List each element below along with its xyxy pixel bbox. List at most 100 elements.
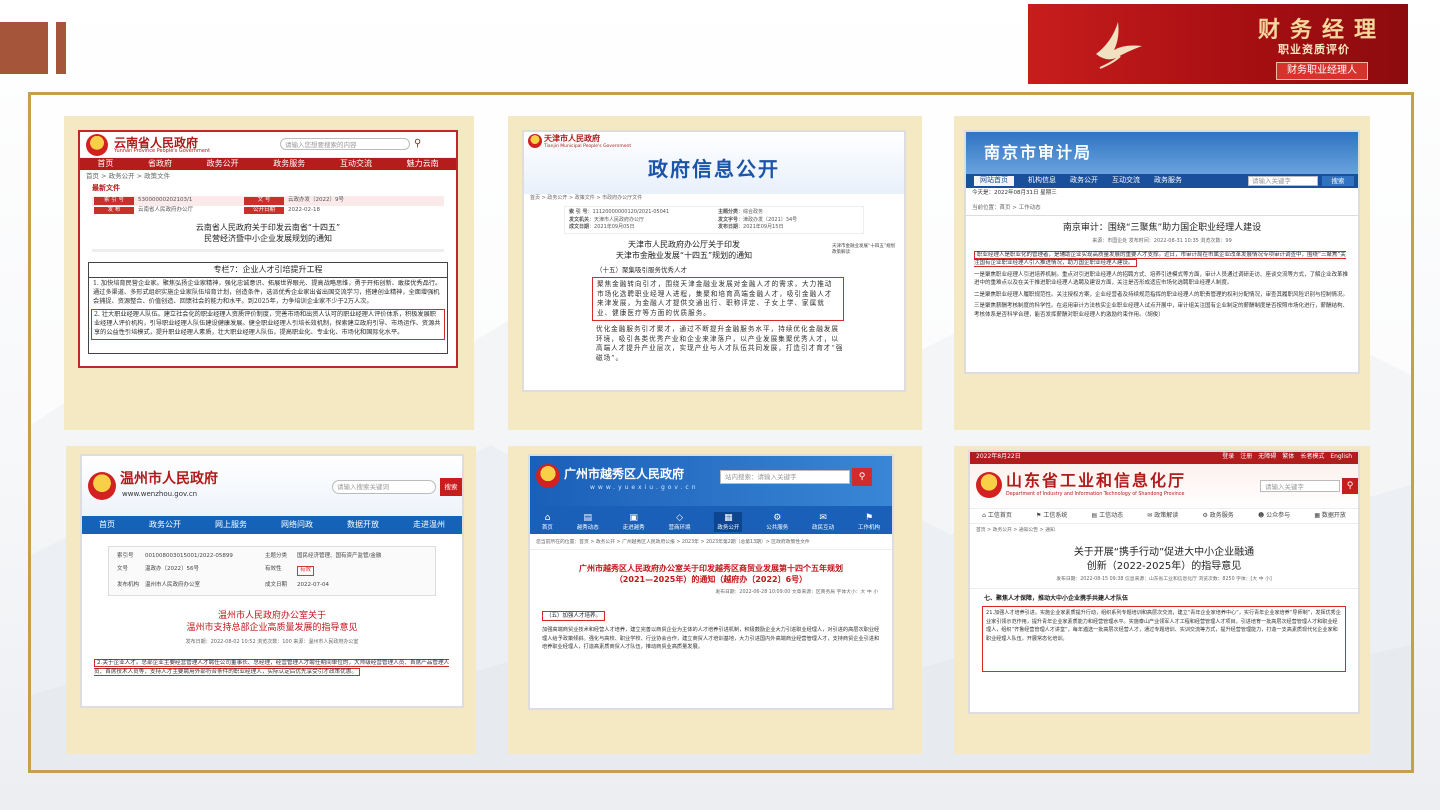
meta-row: 成文日期：2021年09月05日 (569, 224, 635, 231)
nav-item[interactable]: 政务公开 (1070, 176, 1098, 185)
meta-row: 发文字号：津政办发〔2021〕34号 (718, 216, 798, 223)
nav-item-active[interactable]: 网站首页 (974, 176, 1014, 186)
nav-item[interactable]: 网络问政 (281, 520, 313, 531)
meta-value: 云政办发〔2022〕9号 (288, 197, 344, 204)
doc-title-line1: 云南省人民政府关于印发云南省“十四五” (195, 223, 341, 233)
meta-value: 53000000202103/1 (138, 197, 193, 204)
nav-item[interactable]: 魅力云南 (407, 159, 439, 170)
related-link[interactable]: 天津市金融业发展“十四五”规划政策解读 (832, 244, 898, 256)
doc-info: 发布日期：2022-08-02 10:52 浏览次数：100 来源：温州市人民政… (185, 638, 359, 645)
diamond-icon: ◇ (676, 513, 684, 524)
site-name-en: Yunnan Province People's Government (114, 148, 211, 154)
top-link[interactable]: 注册 (1240, 453, 1252, 463)
chat-icon: ✉ (819, 513, 827, 524)
card-yunnan: 云南省人民政府 Yunnan Province People's Governm… (64, 116, 474, 430)
article-body: 职业经理人是职业化的管理者，是辅助企业实现高质量发展的重要人才支撑。近日，市审计… (966, 245, 1358, 320)
doc-title: 南京审计：围绕“三聚焦”助力国企职业经理人建设 (1062, 222, 1262, 233)
nav-item[interactable]: ⚑ 工作机构 (858, 512, 880, 532)
nav-item[interactable]: ◇ 营商环境 (669, 512, 691, 532)
nav-item[interactable]: ⚙ 政务服务 (1202, 512, 1233, 520)
search-button[interactable]: 搜索 (440, 478, 462, 496)
search-icon[interactable]: ⚲ (852, 468, 872, 486)
meta-key: 公开日期 (244, 206, 284, 215)
top-link[interactable]: English (1330, 453, 1352, 463)
nav-item[interactable]: ✉ 政民互动 (812, 512, 834, 532)
nav-item[interactable]: ⌂ 工信首页 (982, 512, 1012, 520)
meta-key: 有效性 (265, 566, 282, 573)
nav-bar: 首页 省政府 政务公开 政务服务 互动交流 魅力云南 (80, 158, 456, 170)
nav-item[interactable]: 首页 (97, 159, 113, 170)
nav-item[interactable]: ☻ 公众参与 (1258, 512, 1290, 520)
nav-item[interactable]: ⚑ 工信系统 (1036, 512, 1067, 520)
nav-item[interactable]: ✉ 政策解读 (1147, 512, 1178, 520)
date-line: 今天是：2022年08月31日 星期三 (972, 190, 1057, 196)
nav-item[interactable]: 机构信息 (1028, 176, 1056, 185)
nav-item[interactable]: ▣ 走进越秀 (623, 512, 645, 532)
national-emblem-icon (536, 464, 560, 488)
nav-item[interactable]: 互动交流 (340, 159, 372, 170)
top-link[interactable]: 长者模式 (1300, 453, 1324, 463)
nav-item[interactable]: 互动交流 (1112, 176, 1140, 185)
doc-title-line2: （2021—2025年）的通知（越府办〔2022〕6号） (614, 575, 808, 585)
meta-key: 发 布 (94, 206, 134, 215)
nav-item-active[interactable]: ▦ 政务公开 (714, 512, 743, 532)
doc-info: 发布日期：2022-06-28 10:09:00 文章来源：区商务局 字体大小：… (715, 590, 878, 596)
breadcrumb: 首页 > 政务公开 > 政策文件 (86, 172, 171, 180)
nav-item[interactable]: 首页 (99, 520, 115, 531)
meta-key: 成文日期 (265, 581, 288, 588)
nav-item[interactable]: 政务服务 (1154, 176, 1182, 185)
search-input[interactable]: 请输入搜索关键词 (332, 480, 436, 494)
doc-meta: 来源：市国企处 发布时间：2022-08-31 10:35 浏览次数：99 (1092, 237, 1232, 244)
meta-key: 发布机构 (117, 581, 140, 588)
nav-item[interactable]: ⚙ 公共服务 (766, 512, 788, 532)
search-icon[interactable]: ⚲ (1342, 478, 1358, 494)
nav-item[interactable]: 政务公开 (207, 159, 239, 170)
nav-item[interactable]: 数据开放 (347, 520, 379, 531)
nav-item[interactable]: 政务公开 (149, 520, 181, 531)
nav-item[interactable]: ▦ 数据开放 (1314, 512, 1346, 520)
search-input[interactable]: 站内搜索：请输入关键字 (720, 470, 850, 484)
search-icon[interactable]: ⚲ (414, 137, 421, 151)
breadcrumb: 首页 > 政务公开 > 政策文件 > 市政府办公厅文件 (530, 195, 643, 201)
decorative-bar-wide (0, 22, 48, 74)
card-shandong: 2022年8月22日 登录 注册 无障碍 繁体 长者模式 English 山东省… (954, 446, 1370, 754)
validity-badge: 有效 (297, 566, 315, 576)
nav-item[interactable]: ⌂ 首页 (542, 512, 553, 532)
nav-item[interactable]: 走进温州 (413, 520, 445, 531)
section-heading: （十五）聚集吸引服务优秀人才 (596, 265, 687, 274)
meta-value: 温政办〔2022〕56号 (145, 566, 199, 573)
top-link[interactable]: 繁体 (1282, 453, 1294, 463)
site-name: 南京市审计局 (984, 143, 1093, 162)
section-heading-wrap: （五）加强人才培养。 (542, 610, 880, 621)
search-input[interactable]: 请输入关键字 (1248, 176, 1318, 186)
search-input[interactable]: 请输入您想要搜索的内容 (280, 138, 410, 150)
site-url: www.yuexiu.gov.cn (590, 484, 699, 491)
bird-logo-icon (1096, 22, 1142, 69)
nav-item[interactable]: ▤ 工信动态 (1092, 512, 1124, 520)
home-icon: ⌂ (544, 513, 551, 524)
image-icon: ▣ (629, 513, 638, 524)
meta-key: 主题分类 (265, 553, 288, 559)
article-body: 2.关于企业人才。总部企业主要经营管理人才聘任公司董事长、总经理，经营管理人才聘… (94, 659, 450, 683)
meta-row: 索 引 号：11120000000120/2021-05041 (569, 208, 670, 215)
search-input[interactable]: 请输入关键字 (1260, 480, 1340, 492)
nav-item[interactable]: ▤ 越秀动态 (577, 512, 599, 532)
nav-item[interactable]: 网上服务 (215, 520, 247, 531)
national-emblem-icon (976, 472, 1002, 498)
card-guangzhou: 广州市越秀区人民政府 www.yuexiu.gov.cn 站内搜索：请输入关键字… (508, 446, 922, 754)
service-icon: ⚙ (773, 513, 782, 524)
highlighted-paragraph: 职业经理人是职业化的管理者，是辅助企业实现高质量发展的重要人才支撑。近日，市审计… (974, 250, 1346, 268)
top-link[interactable]: 登录 (1222, 453, 1234, 463)
doc-title-line2: 创新（2022-2025年）的指导意见 (1086, 560, 1242, 572)
top-link[interactable]: 无障碍 (1258, 453, 1276, 463)
nav-item[interactable]: 政务服务 (273, 159, 305, 170)
paragraph: 加强高端商贸业技术和经营人才培养，建立完善以商贸企业为主体的人才培养引进机制，积… (542, 626, 880, 651)
nav-bar: 网站首页 机构信息 政务公开 互动交流 政务服务 请输入关键字 搜索 (966, 174, 1358, 188)
screenshot-shandong: 2022年8月22日 登录 注册 无障碍 繁体 长者模式 English 山东省… (968, 450, 1360, 714)
nav-item[interactable]: 省政府 (148, 159, 172, 170)
doc-title-line2: 温州市支持总部企业高质量发展的指导意见 (186, 623, 358, 634)
highlighted-paragraph: 2.关于企业人才。总部企业主要经营管理人才聘任公司董事长、总经理，经营管理人才聘… (94, 659, 450, 677)
section-heading: 七、聚焦人才保障，推动大中小企业携手共建人才队伍 (984, 594, 1129, 602)
news-icon: ▤ (583, 513, 593, 524)
search-button[interactable]: 搜索 (1322, 176, 1354, 186)
